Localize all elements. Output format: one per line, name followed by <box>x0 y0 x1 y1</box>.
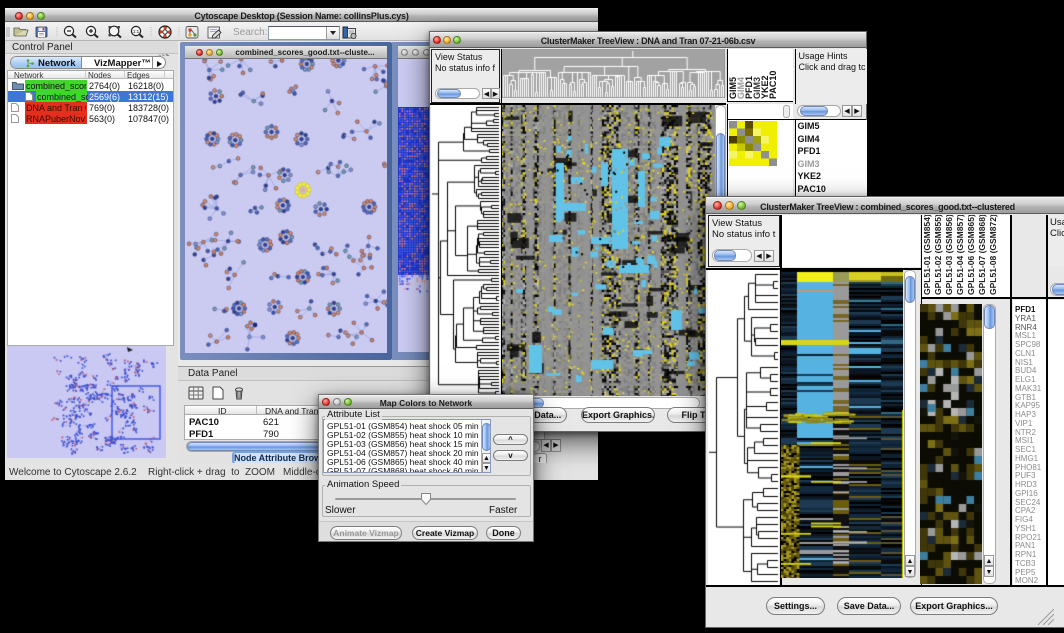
svg-text:GPL51-08 (GSM872): GPL51-08 (GSM872) <box>988 215 998 295</box>
svg-text:PAC10: PAC10 <box>768 71 778 99</box>
svg-text:GPL51-06 (GSM865): GPL51-06 (GSM865) <box>966 215 976 295</box>
svg-text:GPL51-01 (GSM854): GPL51-01 (GSM854) <box>922 215 932 295</box>
svg-text:GPL51-02 (GSM855): GPL51-02 (GSM855) <box>933 215 943 295</box>
svg-text:GPL51-03 (GSM856): GPL51-03 (GSM856) <box>944 215 954 295</box>
svg-text:GPL51-07 (GSM868): GPL51-07 (GSM868) <box>977 215 987 295</box>
svg-text:GPL51-04 (GSM857): GPL51-04 (GSM857) <box>955 215 965 295</box>
svg-text:1:1: 1:1 <box>133 29 140 34</box>
